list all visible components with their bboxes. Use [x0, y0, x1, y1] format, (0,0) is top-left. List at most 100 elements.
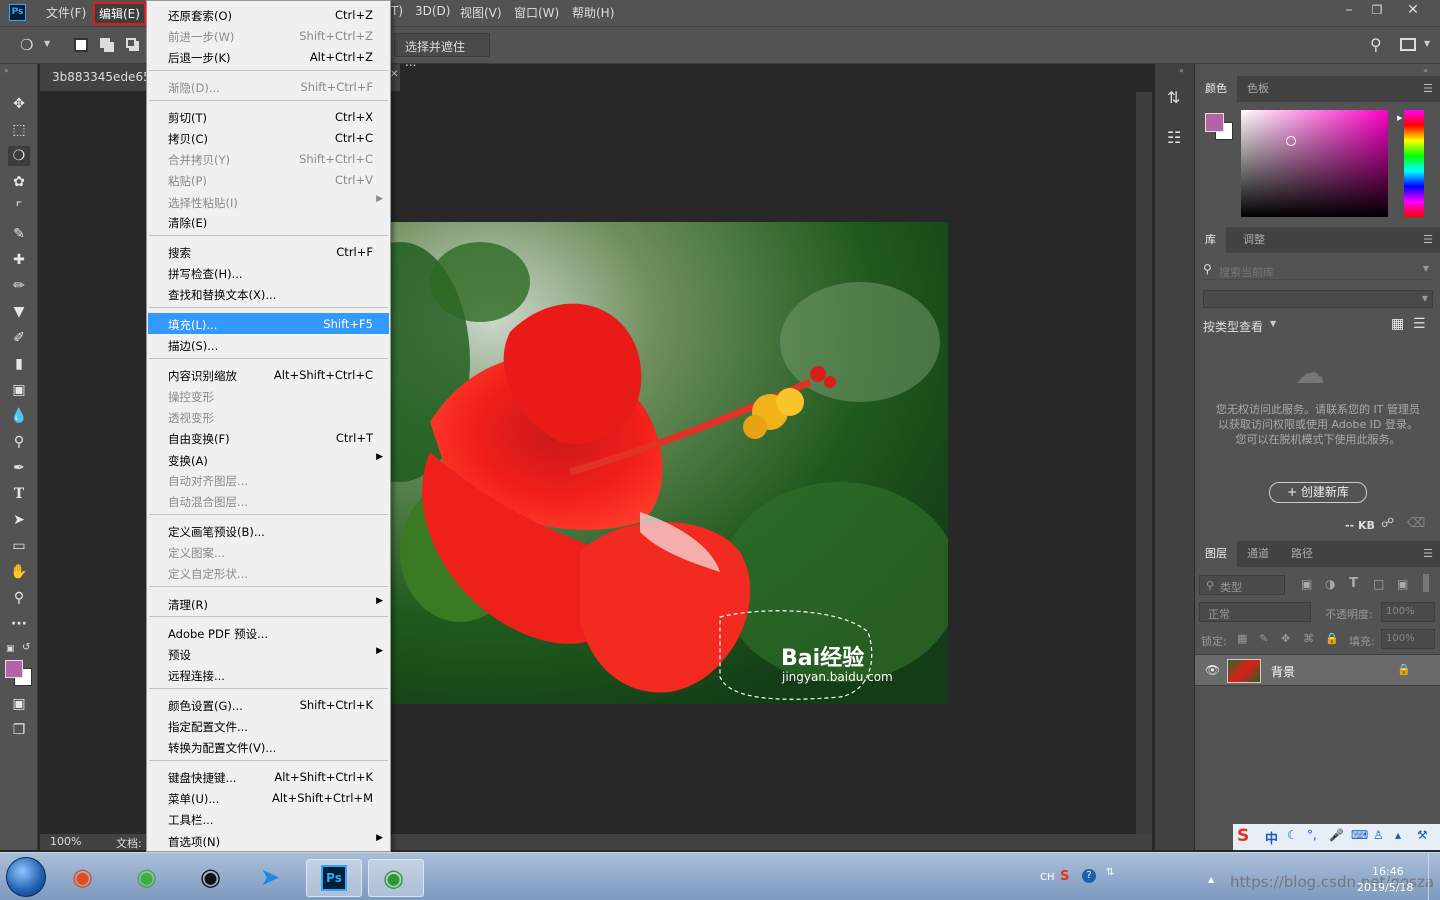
menu-item-fade[interactable]: 渐隐(D)... Shift+Ctrl+F	[148, 76, 389, 97]
layer-row[interactable]: 👁 背景 🔒	[1195, 654, 1440, 686]
hand-tool-icon[interactable]: ✋	[8, 562, 30, 582]
default-colors-icon[interactable]: ▣	[6, 644, 15, 654]
color-picker-cursor[interactable]	[1286, 136, 1296, 146]
close-tab-icon[interactable]: ✕	[390, 69, 398, 80]
menu-item-auto-align[interactable]: 自动对齐图层...	[148, 469, 389, 490]
menu-item-copy-merged[interactable]: 合并拷贝(Y) Shift+Ctrl+C	[148, 148, 389, 169]
lock-artboard-icon[interactable]: ⌘	[1303, 632, 1314, 645]
filter-smart-icon[interactable]: ▣	[1397, 577, 1408, 591]
taskbar-app-qq[interactable]: ◉	[186, 859, 242, 897]
menu-type-partial[interactable]: T)	[391, 4, 403, 18]
layer-lock-icon[interactable]: 🔒	[1397, 663, 1411, 676]
menu-item-stroke[interactable]: 描边(S)...	[148, 334, 389, 355]
healing-brush-tool-icon[interactable]: ✚	[8, 250, 30, 270]
add-selection-icon[interactable]	[100, 38, 110, 48]
tray-expand-icon[interactable]: ▲	[1208, 875, 1214, 884]
filter-image-icon[interactable]: ▣	[1301, 577, 1312, 591]
history-brush-tool-icon[interactable]: ✐	[8, 328, 30, 348]
search-chevron-icon[interactable]: ▼	[1423, 264, 1429, 273]
tab-adjustments[interactable]: 调整	[1233, 227, 1275, 253]
library-menu-icon[interactable]: ☰	[1423, 233, 1433, 246]
tab-color[interactable]: 颜色	[1195, 76, 1237, 102]
menu-item-presets[interactable]: 预设 ▶	[148, 643, 389, 664]
tray-settings-icon[interactable]: ⇅	[1106, 867, 1114, 878]
opacity-input[interactable]: 100%	[1381, 602, 1435, 622]
menu-item-find-replace[interactable]: 查找和替换文本(X)...	[148, 283, 389, 304]
taskbar-app-media[interactable]: ◉	[60, 859, 116, 897]
menu-item-paste-special[interactable]: 选择性粘贴(I) ▶	[148, 191, 389, 212]
menu-item-content-aware-scale[interactable]: 内容识别缩放 Alt+Shift+Ctrl+C	[148, 364, 389, 385]
swap-colors-icon[interactable]: ↺	[22, 642, 30, 653]
ime-skin-icon[interactable]: ▴	[1395, 828, 1401, 842]
show-desktop-button[interactable]	[1428, 853, 1440, 900]
menu-item-search[interactable]: 搜索 Ctrl+F	[148, 241, 389, 262]
tray-sogou-icon[interactable]: S	[1060, 869, 1069, 884]
type-tool-icon[interactable]: T	[8, 484, 30, 504]
list-view-icon[interactable]: ☰	[1413, 316, 1426, 332]
ime-keyboard-icon[interactable]: ⌨	[1351, 828, 1368, 842]
menu-item-menus[interactable]: 菜单(U)... Alt+Shift+Ctrl+M	[148, 787, 389, 808]
screen-mode-icon[interactable]: ❐	[8, 720, 30, 740]
menu-window[interactable]: 窗口(W)	[514, 4, 559, 21]
brush-tool-icon[interactable]: ✏	[8, 276, 30, 296]
menu-view[interactable]: 视图(V)	[460, 4, 502, 21]
library-select[interactable]: ▼	[1203, 290, 1433, 308]
menu-item-step-forward[interactable]: 前进一步(W) Shift+Ctrl+Z	[148, 25, 389, 46]
chevron-down-icon[interactable]: ▼	[44, 39, 50, 48]
menu-item-keyboard-shortcuts[interactable]: 键盘快捷键... Alt+Shift+Ctrl+K	[148, 766, 389, 787]
new-selection-icon[interactable]	[74, 38, 88, 52]
cc-icon[interactable]: ☍	[1381, 516, 1394, 531]
filter-shape-icon[interactable]: □	[1373, 577, 1384, 591]
dodge-tool-icon[interactable]: ⚲	[8, 432, 30, 452]
document-image[interactable]	[340, 222, 948, 704]
panel-menu-icon[interactable]: ☰	[1423, 82, 1433, 95]
menu-item-undo-lasso[interactable]: 还原套索(O) Ctrl+Z	[148, 4, 389, 25]
menu-item-color-settings[interactable]: 颜色设置(G)... Shift+Ctrl+K	[148, 694, 389, 715]
menu-item-spell-check[interactable]: 拼写检查(H)...	[148, 262, 389, 283]
menu-item-convert-profile[interactable]: 转换为配置文件(V)...	[148, 736, 389, 757]
menu-item-define-pattern[interactable]: 定义图案...	[148, 541, 389, 562]
menu-item-step-backward[interactable]: 后退一步(K) Alt+Ctrl+Z	[148, 46, 389, 67]
path-select-tool-icon[interactable]: ➤	[8, 510, 30, 530]
hue-slider[interactable]	[1404, 110, 1424, 217]
tab-paths[interactable]: 路径	[1281, 541, 1323, 567]
ime-tools-icon[interactable]: ⚒	[1417, 828, 1428, 842]
lock-paint-icon[interactable]: ✎	[1259, 632, 1268, 645]
eraser-tool-icon[interactable]: ▮	[8, 354, 30, 374]
move-tool-icon[interactable]: ✥	[8, 94, 30, 114]
menu-item-clear[interactable]: 清除(E)	[148, 211, 389, 232]
restore-icon[interactable]: ❐	[1360, 0, 1394, 22]
menu-item-paste[interactable]: 粘贴(P) Ctrl+V	[148, 169, 389, 190]
filter-type-icon[interactable]: T	[1349, 576, 1358, 591]
menu-item-auto-blend[interactable]: 自动混合图层...	[148, 490, 389, 511]
trash-icon[interactable]: ⌫	[1407, 516, 1425, 531]
quick-select-tool-icon[interactable]: ✿	[8, 172, 30, 192]
start-button[interactable]	[6, 857, 46, 897]
marquee-tool-icon[interactable]: ⬚	[8, 120, 30, 140]
crop-tool-icon[interactable]: ⌜	[8, 198, 30, 218]
menu-file[interactable]: 文件(F)	[46, 4, 86, 21]
menu-3d[interactable]: 3D(D)	[415, 4, 450, 18]
taskbar-app-browser[interactable]: ◉	[368, 859, 424, 897]
vertical-scrollbar[interactable]	[1136, 92, 1152, 836]
menu-item-fill[interactable]: 填充(L)... Shift+F5	[148, 313, 389, 334]
ime-chinese-mode[interactable]: 中	[1265, 828, 1278, 847]
view-by-type-chevron-icon[interactable]: ▼	[1270, 319, 1276, 328]
ime-moon-icon[interactable]: ☾	[1287, 828, 1298, 842]
menu-item-define-brush[interactable]: 定义画笔预设(B)...	[148, 520, 389, 541]
taskbar-app-wechat[interactable]: ◉	[124, 859, 180, 897]
menu-item-purge[interactable]: 清理(R) ▶	[148, 593, 389, 614]
history-panel-icon[interactable]: ⇅	[1167, 88, 1180, 107]
view-by-type-label[interactable]: 按类型查看	[1203, 318, 1263, 335]
hue-slider-marker[interactable]: ▶	[1397, 114, 1402, 122]
gradient-tool-icon[interactable]: ▣	[8, 380, 30, 400]
language-indicator[interactable]: CH	[1040, 872, 1055, 883]
color-field[interactable]	[1241, 110, 1388, 217]
blend-mode-select[interactable]: 正常	[1199, 602, 1311, 622]
lasso-tool-icon[interactable]: ❍	[8, 146, 30, 166]
sogou-icon[interactable]: S	[1237, 826, 1249, 846]
ime-mic-icon[interactable]: 🎤	[1329, 828, 1344, 842]
tab-layers[interactable]: 图层	[1195, 541, 1237, 567]
tab-libraries[interactable]: 库	[1195, 227, 1226, 253]
fill-input[interactable]: 100%	[1381, 629, 1435, 649]
